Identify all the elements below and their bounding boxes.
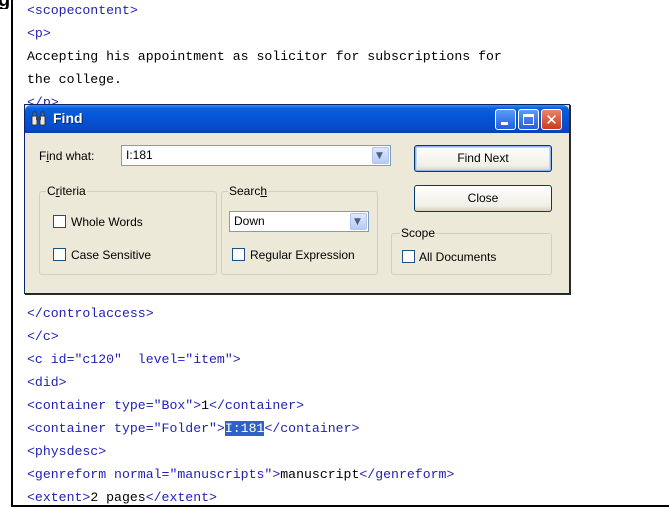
xml-tag-text: </extent> [145,490,217,505]
code-line: </controlaccess> [27,306,154,322]
content-text: manuscript [280,467,360,482]
minimize-icon [501,122,508,125]
maximize-icon [523,114,534,125]
find-what-value: I:181 [126,148,153,162]
case-sensitive-label: Case Sensitive [71,248,152,262]
code-line: the college. [27,72,122,88]
chevron-down-icon: ▼ [354,217,361,227]
search-group-title: Search [228,184,269,198]
content-text: Accepting his appointment as solicitor f… [27,49,502,64]
selected-search-match: I:181 [224,421,265,436]
search-group: Search [221,184,378,275]
xml-tag-text: </container> [209,398,304,413]
maximize-button[interactable] [518,109,539,130]
xml-tag-text: <c id="c120" level="item"> [27,352,241,367]
xml-tag-text: <container type="Folder"> [27,421,225,436]
find-what-label: Find what: [39,149,95,163]
find-next-label: Find Next [457,151,509,165]
xml-tag-text: <did> [27,375,67,390]
search-direction-dropdown-button[interactable]: ▼ [350,213,367,230]
search-direction-value: Down [234,214,265,228]
xml-tag-text: </controlaccess> [27,306,154,321]
close-window-button[interactable]: ✕ [541,109,562,130]
chevron-down-icon: ▼ [376,151,383,161]
xml-tag-text: <genreform normal="manuscripts"> [27,467,281,482]
close-icon: ✕ [545,111,558,129]
code-line: <p> [27,26,51,42]
xml-tag-text: </container> [264,421,360,436]
close-label: Close [467,191,499,205]
heading-glyph: g [0,0,10,9]
code-line: <scopecontent> [27,3,138,19]
case-sensitive-checkbox[interactable] [53,248,66,261]
whole-words-label: Whole Words [71,215,143,229]
xml-tag-text: <scopecontent> [27,3,138,18]
find-dialog: Find ✕ Find what: I:181 ▼ Find Next Clos… [24,104,570,294]
xml-tag-text: </genreform> [359,467,455,482]
code-line: <extent>2 pages</extent> [27,490,217,505]
xml-tag-text: <physdesc> [27,444,107,459]
code-line: </c> [27,329,59,345]
content-text: the college. [27,72,122,87]
find-binoculars-icon [31,111,46,126]
code-line: <did> [27,375,67,391]
code-line: <c id="c120" level="item"> [27,352,241,368]
minimize-button[interactable] [495,109,516,130]
xml-tag-text: <container type="Box"> [27,398,202,413]
regular-expression-checkbox[interactable] [232,248,245,261]
scope-group-title: Scope [400,226,437,240]
code-line: <container type="Folder">I:181</containe… [27,421,359,437]
code-line: <container type="Box">1</container> [27,398,304,414]
content-text: 1 [201,398,210,413]
all-documents-label: All Documents [419,250,497,264]
all-documents-checkbox[interactable] [402,250,415,263]
search-direction-select[interactable]: Down ▼ [229,211,369,232]
criteria-group: Criteria [39,184,217,275]
find-what-combobox[interactable]: I:181 ▼ [121,145,391,166]
xml-tag-text: <p> [27,26,51,41]
code-line: <physdesc> [27,444,106,460]
content-text: 2 pages [90,490,146,505]
code-line: <genreform normal="manuscripts">manuscri… [27,467,454,483]
criteria-group-title: Criteria [46,184,87,198]
code-line: Accepting his appointment as solicitor f… [27,49,502,65]
find-what-dropdown-button[interactable]: ▼ [372,147,389,164]
find-dialog-titlebar[interactable]: Find ✕ [25,105,569,133]
xml-tag-text: <extent> [27,490,91,505]
whole-words-checkbox[interactable] [53,215,66,228]
dialog-title: Find [53,110,83,126]
close-button[interactable]: Close [414,185,552,212]
find-next-button[interactable]: Find Next [414,145,552,172]
xml-tag-text: </c> [27,329,59,344]
regular-expression-label: Regular Expression [250,248,355,262]
